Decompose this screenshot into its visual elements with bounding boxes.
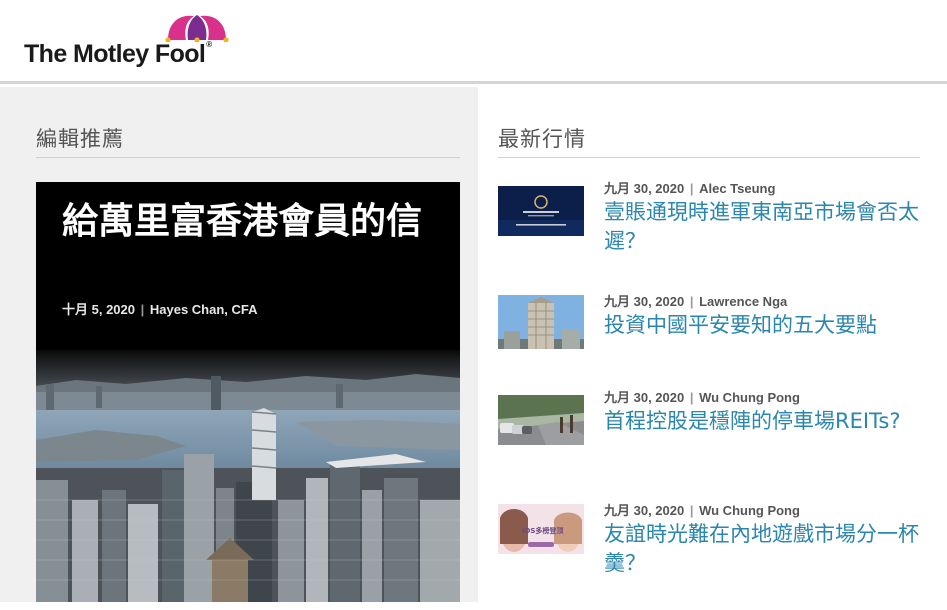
news-item[interactable]: 九月 30, 2020 | Alec Tseung 壹賬通現時進軍東南亞市場會否…	[498, 178, 928, 288]
featured-article-meta: 十月 5, 2020 | Hayes Chan, CFA	[62, 302, 258, 317]
main-content: 編輯推薦 給萬里富香港會員的信 十月 5, 2020 | Hayes Chan,…	[0, 87, 947, 602]
game-promo-text: iOS多榜登顶	[522, 527, 564, 535]
hong-kong-skyline-photo	[36, 350, 460, 602]
news-item[interactable]: 九月 30, 2020 | Lawrence Nga 投資中國平安要知的五大要點	[498, 291, 928, 401]
divider	[498, 157, 920, 158]
site-header: The Motley Fool®	[0, 0, 947, 84]
featured-article-author[interactable]: Hayes Chan, CFA	[150, 302, 258, 317]
news-date: 九月 30, 2020	[604, 181, 685, 196]
jester-cap-icon	[165, 15, 229, 42]
news-author[interactable]: Lawrence Nga	[699, 294, 787, 309]
news-date: 九月 30, 2020	[604, 503, 685, 518]
news-title-link[interactable]: 投資中國平安要知的五大要點	[604, 311, 924, 340]
news-title-link[interactable]: 友誼時光難在內地遊戲市場分一杯羹？	[604, 520, 924, 578]
news-date: 九月 30, 2020	[604, 390, 685, 405]
news-meta: 九月 30, 2020 | Alec Tseung	[604, 181, 776, 196]
game-promo-thumbnail-icon[interactable]: iOS多榜登顶	[498, 504, 584, 554]
news-author[interactable]: Alec Tseung	[699, 181, 775, 196]
latest-news-section: 最新行情 九月 30, 2020 | Alec Tseung 壹賬通現時進軍東南…	[478, 87, 947, 602]
featured-article-card[interactable]: 給萬里富香港會員的信 十月 5, 2020 | Hayes Chan, CFA	[36, 182, 460, 602]
news-item[interactable]: 九月 30, 2020 | Wu Chung Pong 首程控股是穩陣的停車場R…	[498, 387, 928, 497]
editors-picks-section: 編輯推薦 給萬里富香港會員的信 十月 5, 2020 | Hayes Chan,…	[36, 87, 460, 602]
motley-fool-logo[interactable]: The Motley Fool®	[24, 12, 244, 72]
news-meta: 九月 30, 2020 | Lawrence Nga	[604, 294, 788, 309]
news-title-link[interactable]: 壹賬通現時進軍東南亞市場會否太遲？	[604, 198, 924, 256]
editors-picks-heading: 編輯推薦	[36, 127, 124, 151]
featured-article-title[interactable]: 給萬里富香港會員的信	[62, 200, 442, 243]
news-date: 九月 30, 2020	[604, 294, 685, 309]
logo-wordmark: The Motley Fool®	[24, 40, 212, 68]
news-meta: 九月 30, 2020 | Wu Chung Pong	[604, 390, 800, 405]
news-item[interactable]: iOS多榜登顶 九月 30, 2020 | Wu Chung Pong 友誼時光…	[498, 500, 928, 610]
news-author[interactable]: Wu Chung Pong	[699, 390, 800, 405]
news-title-link[interactable]: 首程控股是穩陣的停車場REITs?	[604, 407, 924, 436]
news-meta: 九月 30, 2020 | Wu Chung Pong	[604, 503, 800, 518]
building-graphic-thumbnail-icon[interactable]	[498, 186, 584, 236]
tower-photo-thumbnail-icon[interactable]	[498, 295, 584, 349]
latest-news-heading: 最新行情	[498, 127, 586, 151]
street-parking-thumbnail-icon[interactable]	[498, 395, 584, 445]
divider	[36, 157, 460, 158]
news-author[interactable]: Wu Chung Pong	[699, 503, 800, 518]
featured-article-date: 十月 5, 2020	[62, 302, 135, 317]
